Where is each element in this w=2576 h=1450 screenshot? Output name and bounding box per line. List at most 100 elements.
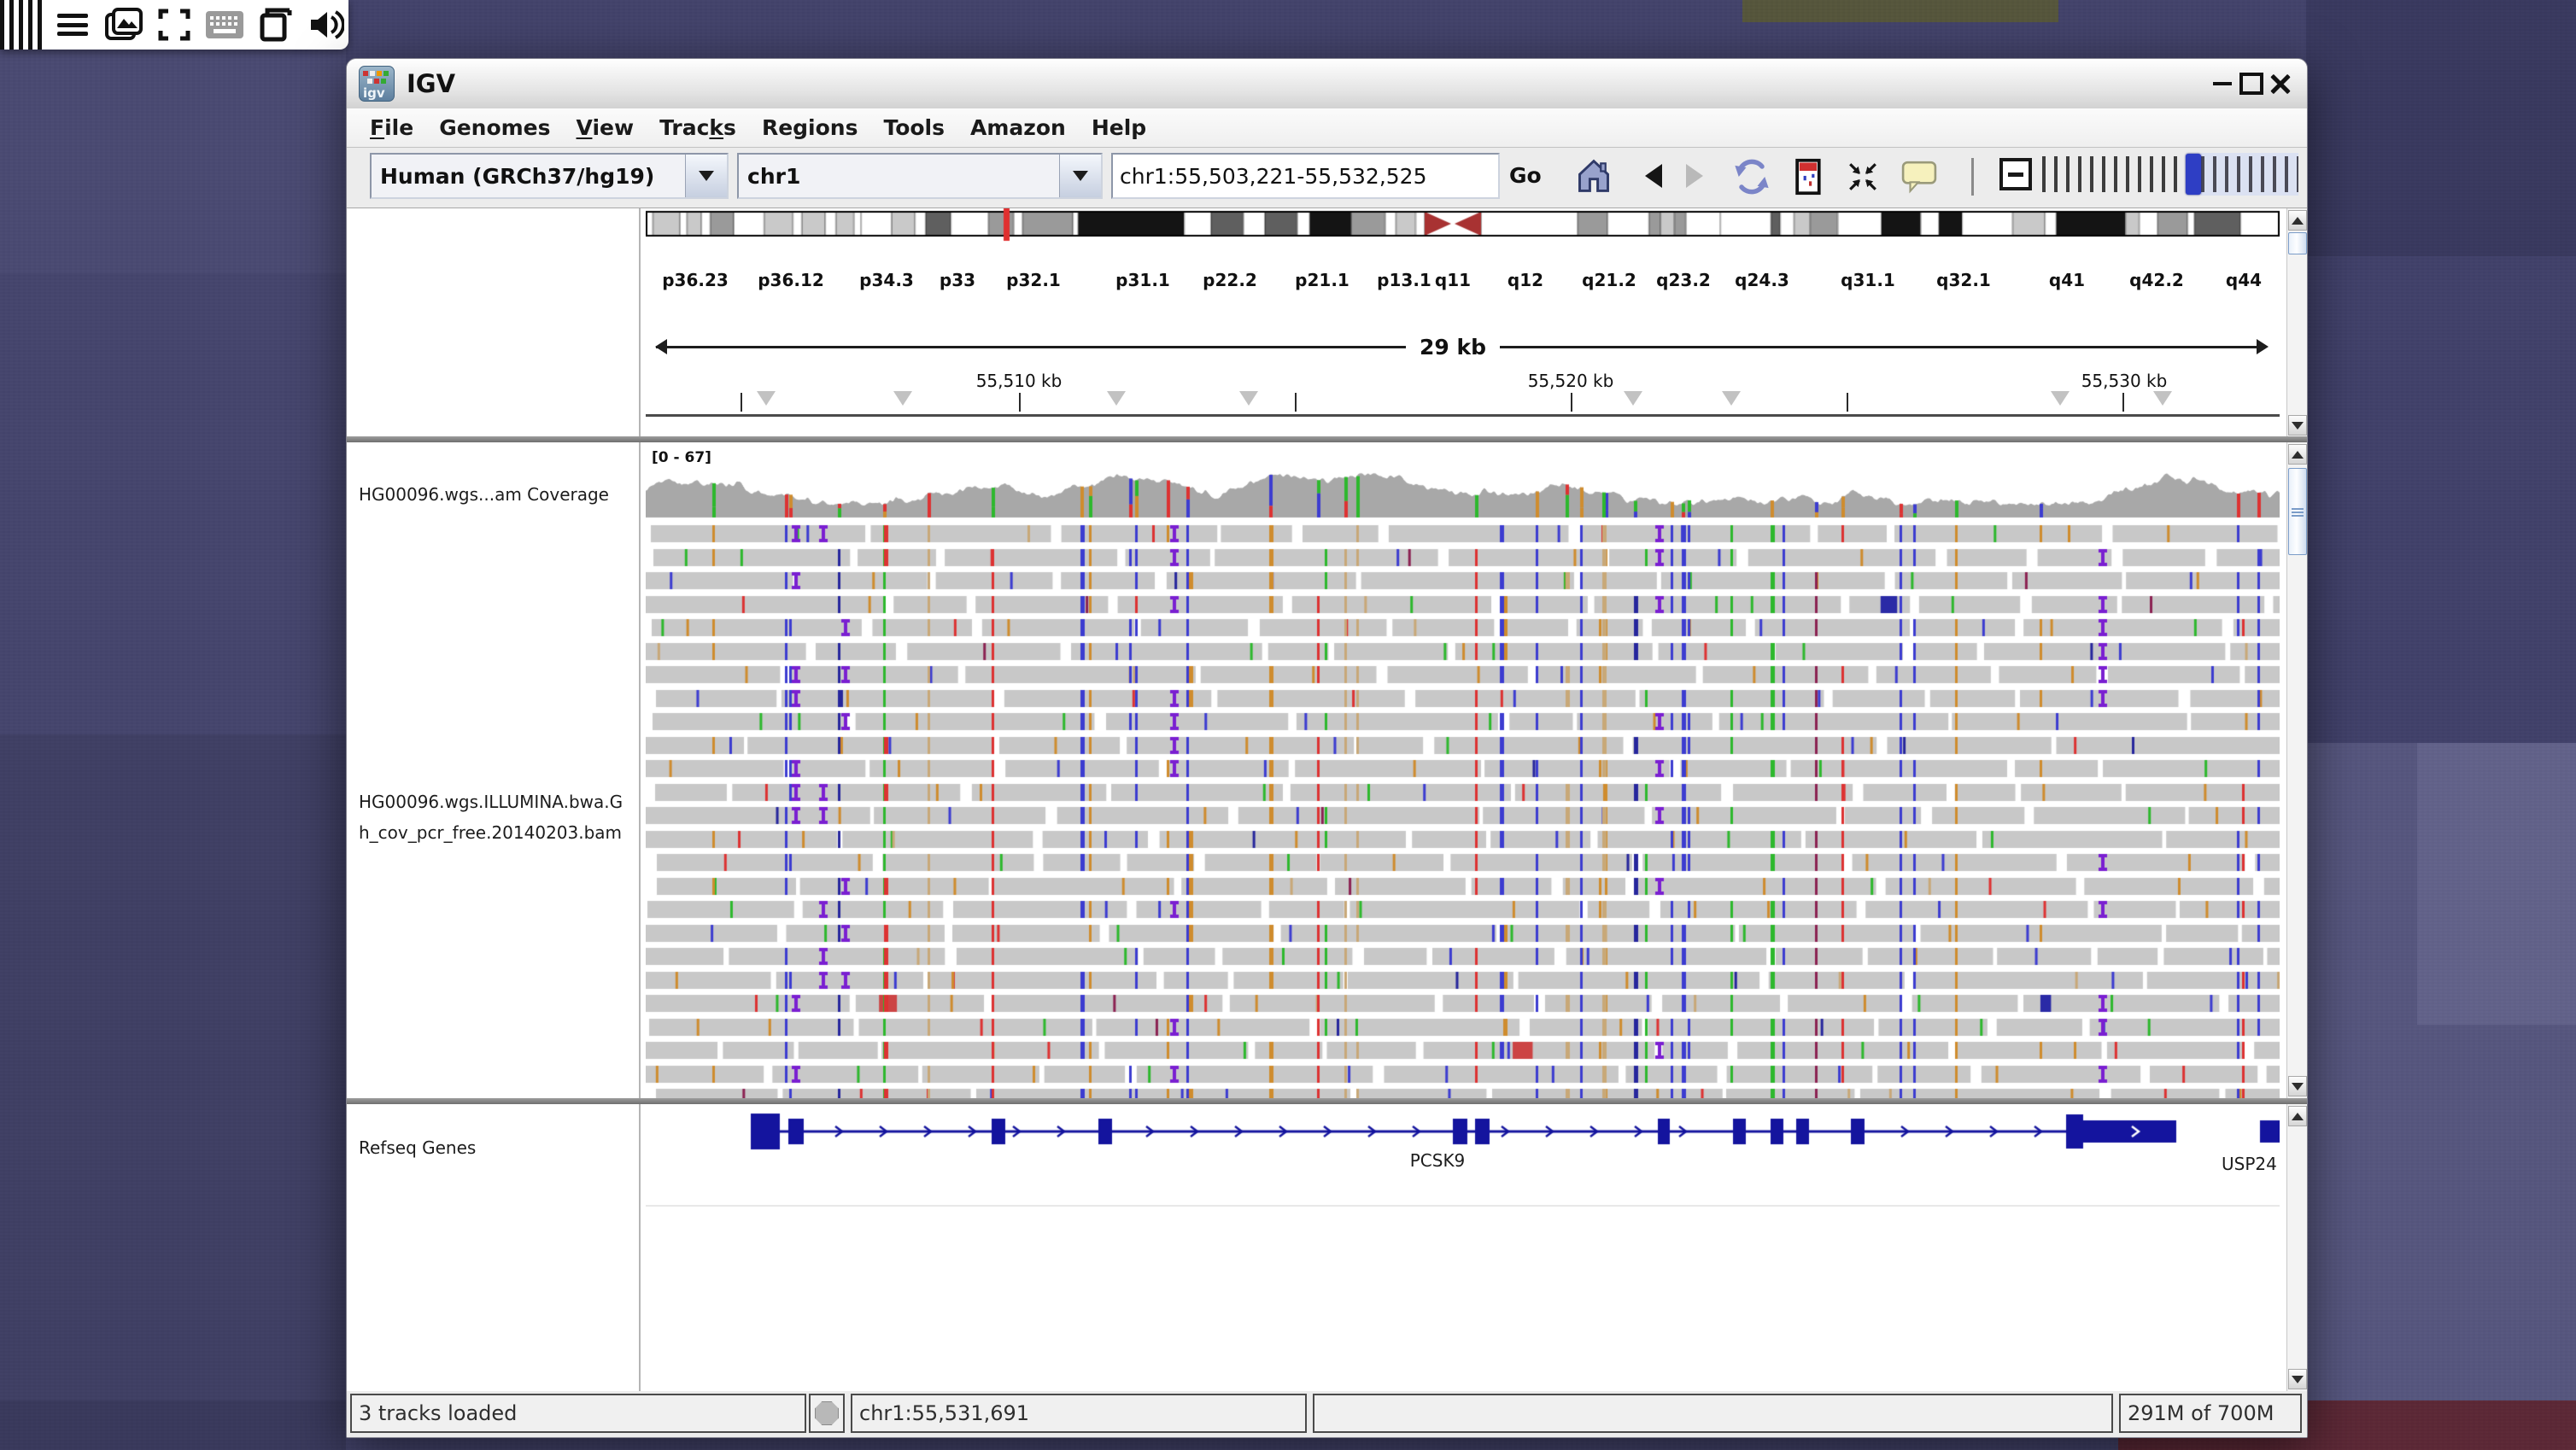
gene-label-pcsk9[interactable]: PCSK9 — [1410, 1150, 1466, 1171]
scroll-down-button[interactable] — [2288, 1369, 2307, 1389]
volume-icon[interactable] — [305, 6, 348, 44]
scroll-up-button[interactable] — [2288, 210, 2307, 231]
triangle-up-icon — [2292, 1107, 2304, 1120]
alignment-panel: HG00096.wgs...am Coverage HG00096.wgs.IL… — [347, 442, 2307, 1098]
feature-panel: Refseq Genes PCSK9 USP24 — [347, 1104, 2307, 1391]
triangle-up-icon — [2292, 211, 2304, 225]
toolbar-separator — [1971, 158, 1974, 196]
band-label: p31.1 — [1115, 270, 1170, 290]
chromosome-select-value: chr1 — [739, 164, 1059, 189]
bg-right-lighter — [2417, 743, 2576, 1025]
coverage-range-label: [0 - 67] — [652, 449, 711, 466]
download-marker-icon — [1239, 391, 1258, 415]
minimize-button[interactable] — [2208, 69, 2237, 98]
zoom-slider-thumb[interactable] — [2186, 154, 2201, 195]
name-data-divider[interactable] — [639, 442, 641, 1098]
menu-tracks[interactable]: Tracks — [647, 112, 749, 143]
screenshot-icon[interactable] — [102, 6, 145, 44]
alignment-panel-scrollbar[interactable] — [2286, 442, 2307, 1098]
coverage-track-name[interactable]: HG00096.wgs...am Coverage — [359, 482, 609, 507]
locus-panel-scrollbar[interactable] — [2286, 208, 2307, 437]
chromosome-ideogram[interactable] — [646, 208, 2280, 266]
ruler-tick — [1571, 393, 1572, 412]
memory-status[interactable]: 291M of 700M — [2119, 1394, 2302, 1433]
ruler-tick-label: 55,520 kb — [1528, 371, 1614, 391]
maximize-button[interactable] — [2237, 69, 2266, 98]
menu-genomes[interactable]: Genomes — [426, 112, 563, 143]
menu-tools[interactable]: Tools — [870, 112, 957, 143]
genome-select-arrow[interactable] — [685, 155, 727, 197]
download-marker-icon — [2051, 391, 2070, 415]
chevron-down-icon — [1073, 171, 1088, 189]
scroll-down-button[interactable] — [2288, 1076, 2307, 1096]
menu-help[interactable]: Help — [1079, 112, 1159, 143]
igv-app-icon: igv — [359, 66, 395, 102]
ruler-baseline — [646, 414, 2280, 417]
back-button[interactable] — [1635, 155, 1660, 197]
bg-right-top — [2306, 0, 2576, 256]
ruler-tick-label: 55,530 kb — [2081, 371, 2168, 391]
chromosome-select-arrow[interactable] — [1059, 155, 1101, 197]
home-button[interactable] — [1574, 155, 1613, 197]
zoom-slider[interactable] — [2042, 156, 2298, 192]
scroll-up-button[interactable] — [2288, 444, 2307, 465]
band-label: p36.23 — [662, 270, 729, 290]
band-label: q31.1 — [1841, 270, 1895, 290]
name-data-divider[interactable] — [639, 208, 641, 437]
download-marker-icon — [2153, 391, 2172, 415]
genes-track-name[interactable]: Refseq Genes — [359, 1135, 476, 1161]
scrollbar-thumb[interactable] — [2288, 232, 2307, 254]
visible-span-label: 29 kb — [1409, 335, 1496, 360]
scrollbar-thumb[interactable] — [2288, 468, 2307, 555]
menu-icon[interactable] — [50, 6, 94, 44]
ruler[interactable]: 29 kb 55,510 kb 55,520 kb 55,530 kb — [646, 335, 2280, 429]
band-label: p13.1 — [1377, 270, 1431, 290]
title-bar[interactable]: igv IGV — [347, 59, 2307, 108]
ruler-line — [656, 346, 1406, 348]
go-button[interactable]: Go — [1502, 156, 1549, 195]
coverage-and-alignment-data[interactable] — [646, 444, 2280, 1098]
region-of-interest-tooltip-button[interactable] — [1900, 155, 1939, 199]
download-marker-icon — [1107, 391, 1126, 415]
define-region-button[interactable] — [1793, 155, 1825, 199]
grip-handle[interactable] — [0, 0, 44, 50]
close-button[interactable] — [2266, 69, 2295, 98]
scroll-up-button[interactable] — [2288, 1106, 2307, 1126]
copy-window-icon[interactable] — [254, 6, 297, 44]
back-arrow-icon — [1633, 164, 1662, 188]
menu-view[interactable]: View — [564, 112, 647, 143]
band-label: q32.1 — [1936, 270, 1991, 290]
forward-button[interactable] — [1688, 155, 1713, 197]
alignment-track-name-line1[interactable]: HG00096.wgs.ILLUMINA.bwa.G — [359, 789, 623, 815]
band-label: q11 — [1435, 270, 1471, 290]
stop-indicator-icon — [815, 1401, 839, 1425]
menu-regions[interactable]: Regions — [749, 112, 871, 143]
status-bar: 3 tracks loaded chr1:55,531,691 291M of … — [347, 1391, 2307, 1437]
alignment-track-name-line2[interactable]: h_cov_pcr_free.20140203.bam — [359, 820, 622, 845]
panel-splitter[interactable] — [347, 436, 2307, 442]
zoom-slider-upper-range — [2201, 153, 2298, 196]
feature-panel-scrollbar[interactable] — [2286, 1104, 2307, 1391]
message-status — [1313, 1394, 2113, 1433]
bg-olive-strip — [1742, 0, 2058, 22]
gene-label-usp24[interactable]: USP24 — [2222, 1154, 2278, 1174]
chevron-down-icon — [699, 171, 714, 189]
zoom-out-button[interactable] — [1999, 158, 2032, 190]
chromosome-select[interactable]: chr1 — [737, 153, 1103, 199]
menu-file[interactable]: File — [357, 112, 426, 143]
genome-select[interactable]: Human (GRCh37/hg19) — [370, 153, 729, 199]
ruler-tick — [1295, 393, 1297, 412]
panel-splitter[interactable] — [347, 1098, 2307, 1104]
refresh-button[interactable] — [1730, 155, 1773, 199]
locus-input[interactable] — [1111, 153, 1500, 199]
triangle-down-icon — [2292, 1376, 2304, 1389]
name-data-divider[interactable] — [639, 1104, 641, 1391]
triangle-down-icon — [2292, 1083, 2304, 1096]
menu-amazon[interactable]: Amazon — [957, 112, 1079, 143]
band-label: q44 — [2226, 270, 2262, 290]
band-label: p33 — [940, 270, 975, 290]
scroll-down-button[interactable] — [2288, 415, 2307, 436]
keyboard-icon[interactable] — [203, 6, 247, 44]
fit-to-window-button[interactable] — [1846, 155, 1880, 199]
fullscreen-icon[interactable] — [152, 6, 196, 44]
